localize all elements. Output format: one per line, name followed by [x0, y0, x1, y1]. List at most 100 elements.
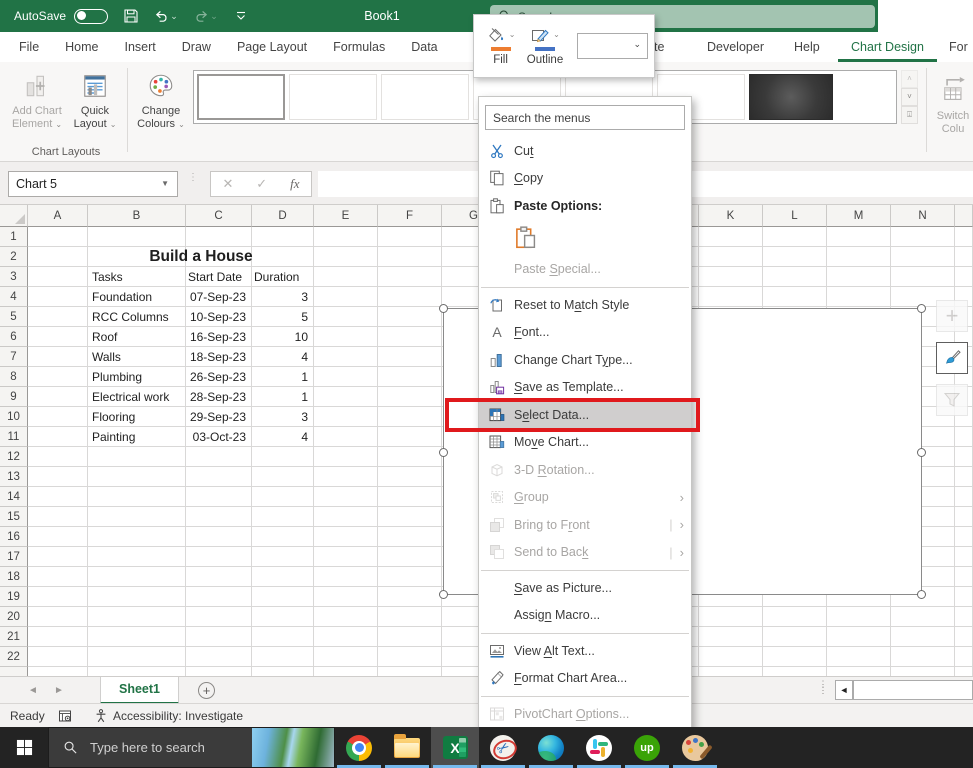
row-header-9[interactable]: 9 — [0, 387, 28, 407]
cell[interactable] — [28, 467, 88, 487]
cell[interactable] — [763, 227, 827, 247]
chart-styles-button[interactable] — [936, 342, 968, 374]
menu-item-paste-options[interactable]: Paste Options: — [479, 192, 691, 220]
cell[interactable] — [186, 407, 252, 427]
row-header-21[interactable]: 21 — [0, 627, 28, 647]
menu-item-format-chart-area[interactable]: Format Chart Area... — [479, 665, 691, 693]
cell[interactable] — [955, 527, 973, 547]
cell[interactable] — [891, 667, 955, 676]
cell[interactable] — [186, 607, 252, 627]
menu-item-change-chart-type[interactable]: Change Chart Type... — [479, 346, 691, 374]
row-header-2[interactable]: 2 — [0, 247, 28, 267]
cell[interactable] — [378, 487, 442, 507]
cell[interactable] — [955, 227, 973, 247]
insert-function-icon[interactable]: fx — [290, 176, 299, 192]
cell[interactable] — [891, 647, 955, 667]
cell[interactable] — [88, 587, 186, 607]
cell[interactable] — [88, 307, 186, 327]
cell[interactable] — [827, 267, 891, 287]
tab-data[interactable]: Data — [398, 32, 450, 62]
cell[interactable] — [252, 667, 314, 676]
cell[interactable] — [186, 267, 252, 287]
tab-developer[interactable]: Developer — [694, 32, 777, 62]
cell[interactable] — [827, 247, 891, 267]
cell[interactable] — [88, 667, 186, 676]
row-header-7[interactable]: 7 — [0, 347, 28, 367]
cell[interactable] — [763, 627, 827, 647]
cell[interactable] — [314, 347, 378, 367]
cell[interactable] — [314, 667, 378, 676]
cell[interactable] — [699, 227, 763, 247]
cell[interactable] — [186, 427, 252, 447]
cell[interactable] — [28, 347, 88, 367]
cell[interactable] — [186, 527, 252, 547]
row-header-18[interactable]: 18 — [0, 567, 28, 587]
column-header-K[interactable]: K — [699, 205, 763, 227]
search-highlight-image[interactable] — [252, 728, 334, 767]
cell[interactable] — [827, 667, 891, 676]
row-header-8[interactable]: 8 — [0, 367, 28, 387]
cell[interactable] — [314, 567, 378, 587]
cell[interactable] — [955, 567, 973, 587]
cell[interactable] — [252, 607, 314, 627]
row-header-20[interactable]: 20 — [0, 607, 28, 627]
cell[interactable] — [28, 307, 88, 327]
cell[interactable] — [88, 607, 186, 627]
cell[interactable] — [88, 327, 186, 347]
row-header-17[interactable]: 17 — [0, 547, 28, 567]
cell[interactable] — [378, 447, 442, 467]
cell[interactable] — [252, 247, 314, 267]
cell[interactable] — [378, 407, 442, 427]
cell[interactable] — [955, 447, 973, 467]
new-sheet-button[interactable]: + — [198, 682, 215, 699]
cell[interactable] — [252, 427, 314, 447]
cell[interactable] — [378, 247, 442, 267]
cell[interactable] — [88, 487, 186, 507]
tab-help[interactable]: Help — [781, 32, 833, 62]
column-header-E[interactable]: E — [314, 205, 378, 227]
name-box-dropdown-icon[interactable]: ▼ — [161, 172, 169, 196]
cell[interactable] — [955, 547, 973, 567]
cell[interactable] — [891, 627, 955, 647]
cell[interactable] — [314, 547, 378, 567]
cell[interactable] — [252, 347, 314, 367]
cell[interactable] — [252, 447, 314, 467]
cell[interactable] — [763, 607, 827, 627]
row-header-16[interactable]: 16 — [0, 527, 28, 547]
cell[interactable] — [955, 587, 973, 607]
cell[interactable] — [763, 667, 827, 676]
cell[interactable] — [28, 227, 88, 247]
cell[interactable] — [88, 567, 186, 587]
cell[interactable] — [186, 387, 252, 407]
cell[interactable] — [186, 247, 252, 267]
cell[interactable] — [88, 467, 186, 487]
cell[interactable] — [314, 367, 378, 387]
cell[interactable] — [186, 547, 252, 567]
row-header-13[interactable]: 13 — [0, 467, 28, 487]
cell[interactable] — [88, 427, 186, 447]
cell[interactable] — [28, 587, 88, 607]
column-header-N[interactable]: N — [891, 205, 955, 227]
cell[interactable] — [314, 507, 378, 527]
taskbar-upwork[interactable]: up — [623, 727, 671, 768]
cell[interactable] — [763, 267, 827, 287]
tab-page-layout[interactable]: Page Layout — [224, 32, 320, 62]
cell[interactable] — [378, 647, 442, 667]
outline-button[interactable]: ⌄ Outline — [521, 26, 569, 66]
column-header-C[interactable]: C — [186, 205, 252, 227]
menu-item-assign-macro[interactable]: Assign Macro... — [479, 602, 691, 630]
cell[interactable] — [28, 647, 88, 667]
cell[interactable] — [28, 287, 88, 307]
paste-option-button[interactable] — [479, 220, 691, 256]
cell[interactable] — [378, 587, 442, 607]
cell[interactable] — [314, 307, 378, 327]
row-header-4[interactable]: 4 — [0, 287, 28, 307]
cell[interactable] — [186, 587, 252, 607]
cell[interactable] — [378, 367, 442, 387]
cell[interactable] — [955, 647, 973, 667]
cell[interactable] — [314, 607, 378, 627]
cell[interactable] — [378, 387, 442, 407]
chart-resize-handle[interactable] — [917, 590, 926, 599]
cell[interactable] — [314, 407, 378, 427]
cell[interactable] — [699, 247, 763, 267]
